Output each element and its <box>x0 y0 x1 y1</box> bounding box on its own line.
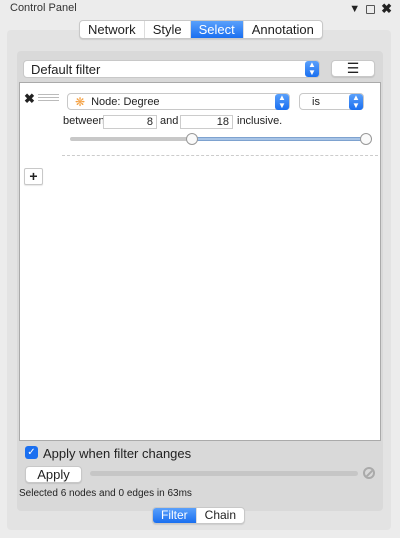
status-text: Selected 6 nodes and 0 edges in 63ms <box>19 488 192 499</box>
menu-button[interactable]: ☰ <box>331 60 375 77</box>
add-condition-button[interactable]: + <box>24 168 43 185</box>
progress-bar <box>90 471 358 476</box>
apply-button[interactable]: Apply <box>25 466 82 483</box>
and-label: and <box>160 115 179 127</box>
hamburger-icon: ☰ <box>346 60 360 76</box>
bottom-tabs: Filter Chain <box>152 507 246 524</box>
drag-handle-icon[interactable] <box>38 94 59 101</box>
max-input[interactable]: 18 <box>180 115 233 129</box>
slider-range-fill <box>192 137 366 141</box>
attribute-select[interactable]: ❋ Node: Degree ▲ ▼ <box>67 93 290 110</box>
updown-icon: ▲ ▼ <box>349 93 363 110</box>
tab-style[interactable]: Style <box>145 21 191 38</box>
range-slider[interactable] <box>70 133 372 145</box>
dropdown-icon[interactable]: ▼ <box>349 3 360 15</box>
filter-select-value: Default filter <box>31 61 101 77</box>
panel-controls: ▼ ✖ <box>349 1 392 17</box>
float-icon[interactable] <box>366 4 376 14</box>
delete-condition-icon[interactable]: ✖ <box>24 91 35 107</box>
tab-annotation[interactable]: Annotation <box>244 21 322 38</box>
slider-high-thumb[interactable] <box>360 133 372 145</box>
inclusive-label: inclusive. <box>237 115 283 127</box>
filter-select[interactable]: Default filter ▲ ▼ <box>23 60 320 78</box>
between-label: between <box>63 115 105 127</box>
slider-low-thumb[interactable] <box>186 133 198 145</box>
cancel-icon[interactable] <box>363 467 375 479</box>
operator-value: is <box>312 95 320 108</box>
divider <box>62 155 378 156</box>
apply-checkbox-label: Apply when filter changes <box>43 446 192 461</box>
tab-network[interactable]: Network <box>80 21 145 38</box>
tab-chain[interactable]: Chain <box>197 508 244 523</box>
operator-select[interactable]: is ▲ ▼ <box>299 93 364 110</box>
attribute-value: Node: Degree <box>91 95 160 108</box>
tab-filter[interactable]: Filter <box>153 508 197 523</box>
node-network-icon: ❋ <box>75 94 86 109</box>
tab-select[interactable]: Select <box>190 21 244 38</box>
min-input[interactable]: 8 <box>103 115 157 129</box>
main-tabs: Network Style Select Annotation <box>79 20 323 39</box>
updown-icon: ▲ ▼ <box>305 61 319 77</box>
panel-title: Control Panel <box>10 2 77 14</box>
updown-icon: ▲ ▼ <box>275 93 289 110</box>
apply-checkbox[interactable]: ✓ <box>25 446 38 459</box>
close-icon[interactable]: ✖ <box>381 1 392 17</box>
